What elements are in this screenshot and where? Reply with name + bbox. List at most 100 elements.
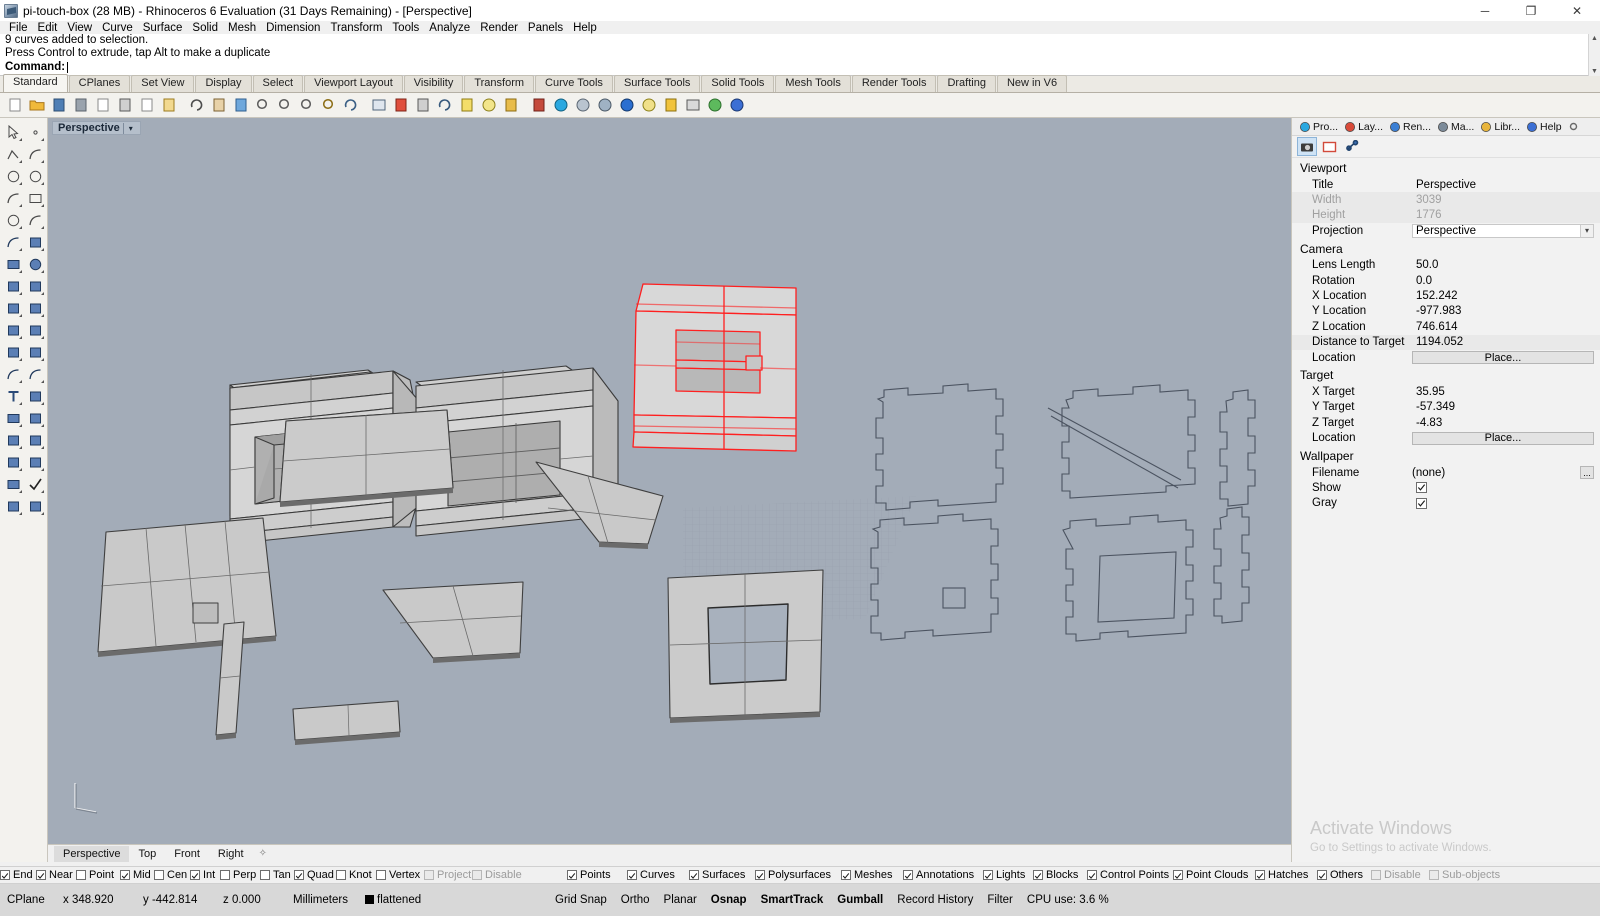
viewport-menu-chevron-down-icon[interactable]: ▾: [124, 124, 138, 133]
layout-icon[interactable]: [2, 473, 24, 495]
paste-clipboard-icon[interactable]: [158, 95, 179, 116]
panel-tab-help[interactable]: Help: [1523, 119, 1565, 135]
filter-checkbox[interactable]: [983, 870, 993, 880]
trim-icon[interactable]: [24, 297, 46, 319]
panel-tab-lay[interactable]: Lay...: [1341, 119, 1386, 135]
dimension-icon[interactable]: [24, 385, 46, 407]
toolbar-tab-transform[interactable]: Transform: [464, 75, 535, 92]
layer-red-icon[interactable]: [390, 95, 411, 116]
status-toggle-osnap[interactable]: Osnap: [704, 894, 754, 906]
pan-hand-icon[interactable]: [208, 95, 229, 116]
mesh-tools-icon[interactable]: [24, 429, 46, 451]
toolbar-tab-set-view[interactable]: Set View: [131, 75, 195, 92]
open-folder-icon[interactable]: [26, 95, 47, 116]
osnap-cen[interactable]: Cen: [154, 869, 190, 881]
toolbar-tab-standard[interactable]: Standard: [3, 74, 68, 92]
curve-icon[interactable]: [24, 143, 46, 165]
osnap-checkbox[interactable]: [154, 870, 164, 880]
fillet-icon[interactable]: [2, 363, 24, 385]
command-prompt-row[interactable]: Command:: [0, 60, 1600, 75]
copy-page-icon[interactable]: [92, 95, 113, 116]
osnap-checkbox[interactable]: [376, 870, 386, 880]
osnap-project[interactable]: Project: [424, 869, 472, 881]
grid-icon[interactable]: [368, 95, 389, 116]
panel-link-chain-icon[interactable]: [1341, 137, 1361, 156]
osnap-vertex[interactable]: Vertex: [376, 869, 424, 881]
osnap-checkbox[interactable]: [190, 870, 200, 880]
solid-tools-icon[interactable]: [2, 429, 24, 451]
properties-icon[interactable]: [456, 95, 477, 116]
status-cplane[interactable]: CPlane: [0, 894, 56, 906]
filter-hatches[interactable]: Hatches: [1255, 869, 1317, 881]
status-toggle-planar[interactable]: Planar: [657, 894, 704, 906]
options-gear-icon[interactable]: [660, 95, 681, 116]
viewport-tab-add-icon[interactable]: ✧: [253, 848, 273, 859]
filter-checkbox[interactable]: [1371, 870, 1381, 880]
filter-checkbox[interactable]: [1317, 870, 1327, 880]
surface-patch-icon[interactable]: [24, 231, 46, 253]
box-icon[interactable]: [2, 253, 24, 275]
boolean-union-icon[interactable]: [2, 341, 24, 363]
layer-edit-icon[interactable]: [412, 95, 433, 116]
osnap-checkbox[interactable]: [0, 870, 10, 880]
property-select-projection[interactable]: Perspective ▾: [1412, 223, 1594, 238]
extrude-icon[interactable]: [24, 275, 46, 297]
analyze-icon[interactable]: [24, 451, 46, 473]
filter-sub-objects[interactable]: Sub-objects: [1429, 869, 1509, 881]
osnap-checkbox[interactable]: [76, 870, 86, 880]
select-arrow-icon[interactable]: [2, 121, 24, 143]
filter-checkbox[interactable]: [689, 870, 699, 880]
filter-checkbox[interactable]: [1087, 870, 1097, 880]
toolbar-tab-render-tools[interactable]: Render Tools: [851, 75, 937, 92]
filter-checkbox[interactable]: [1033, 870, 1043, 880]
offset-surface-icon[interactable]: [24, 319, 46, 341]
boundingbox-icon[interactable]: [682, 95, 703, 116]
toolbar-tab-solid-tools[interactable]: Solid Tools: [701, 75, 775, 92]
spotlight-icon[interactable]: [638, 95, 659, 116]
property-button-location[interactable]: Place...: [1412, 431, 1594, 445]
boolean-difference-icon[interactable]: [24, 341, 46, 363]
viewport-title-label[interactable]: Perspective ▾: [52, 121, 141, 135]
chamfer-icon[interactable]: [24, 363, 46, 385]
polyline-icon[interactable]: [2, 143, 24, 165]
filter-point-clouds[interactable]: Point Clouds: [1173, 869, 1255, 881]
status-z-coordinate[interactable]: z 0.000: [216, 894, 286, 906]
filter-checkbox[interactable]: [567, 870, 577, 880]
toolbar-tab-visibility[interactable]: Visibility: [403, 75, 464, 92]
rotate-view-icon[interactable]: [340, 95, 361, 116]
osnap-quad[interactable]: Quad: [294, 869, 336, 881]
check-icon[interactable]: [24, 473, 46, 495]
toolbar-tab-drafting[interactable]: Drafting: [937, 75, 996, 92]
copy-icon[interactable]: [136, 95, 157, 116]
maximize-button[interactable]: ❐: [1508, 0, 1554, 21]
status-toggle-gumball[interactable]: Gumball: [830, 894, 890, 906]
save-icon[interactable]: [48, 95, 69, 116]
cut-scissors-icon[interactable]: [114, 95, 135, 116]
grid-array-icon[interactable]: [2, 451, 24, 473]
osnap-tan[interactable]: Tan: [260, 869, 294, 881]
shade-icon[interactable]: [572, 95, 593, 116]
filter-checkbox[interactable]: [1429, 870, 1439, 880]
toolbar-tab-mesh-tools[interactable]: Mesh Tools: [775, 75, 851, 92]
osnap-checkbox[interactable]: [294, 870, 304, 880]
filter-checkbox[interactable]: [1255, 870, 1265, 880]
osnap-perp[interactable]: Perp: [220, 869, 260, 881]
circle-icon[interactable]: [2, 165, 24, 187]
filter-control-points[interactable]: Control Points: [1087, 869, 1173, 881]
panel-settings-gear-icon[interactable]: [1565, 119, 1582, 135]
filter-surfaces[interactable]: Surfaces: [689, 869, 755, 881]
panel-camera-icon[interactable]: [1297, 137, 1317, 156]
status-y-coordinate[interactable]: y -442.814: [136, 894, 216, 906]
status-units[interactable]: Millimeters: [286, 894, 358, 906]
osnap-checkbox[interactable]: [424, 870, 434, 880]
render-mesh-icon[interactable]: [528, 95, 549, 116]
property-file-browse-button[interactable]: ...: [1580, 466, 1594, 480]
osnap-checkbox[interactable]: [336, 870, 346, 880]
move-icon[interactable]: [230, 95, 251, 116]
filter-checkbox[interactable]: [903, 870, 913, 880]
point-light-icon[interactable]: [478, 95, 499, 116]
osnap-checkbox[interactable]: [472, 870, 482, 880]
block-icon[interactable]: [2, 407, 24, 429]
render-icon[interactable]: [2, 495, 24, 517]
filter-checkbox[interactable]: [1173, 870, 1183, 880]
